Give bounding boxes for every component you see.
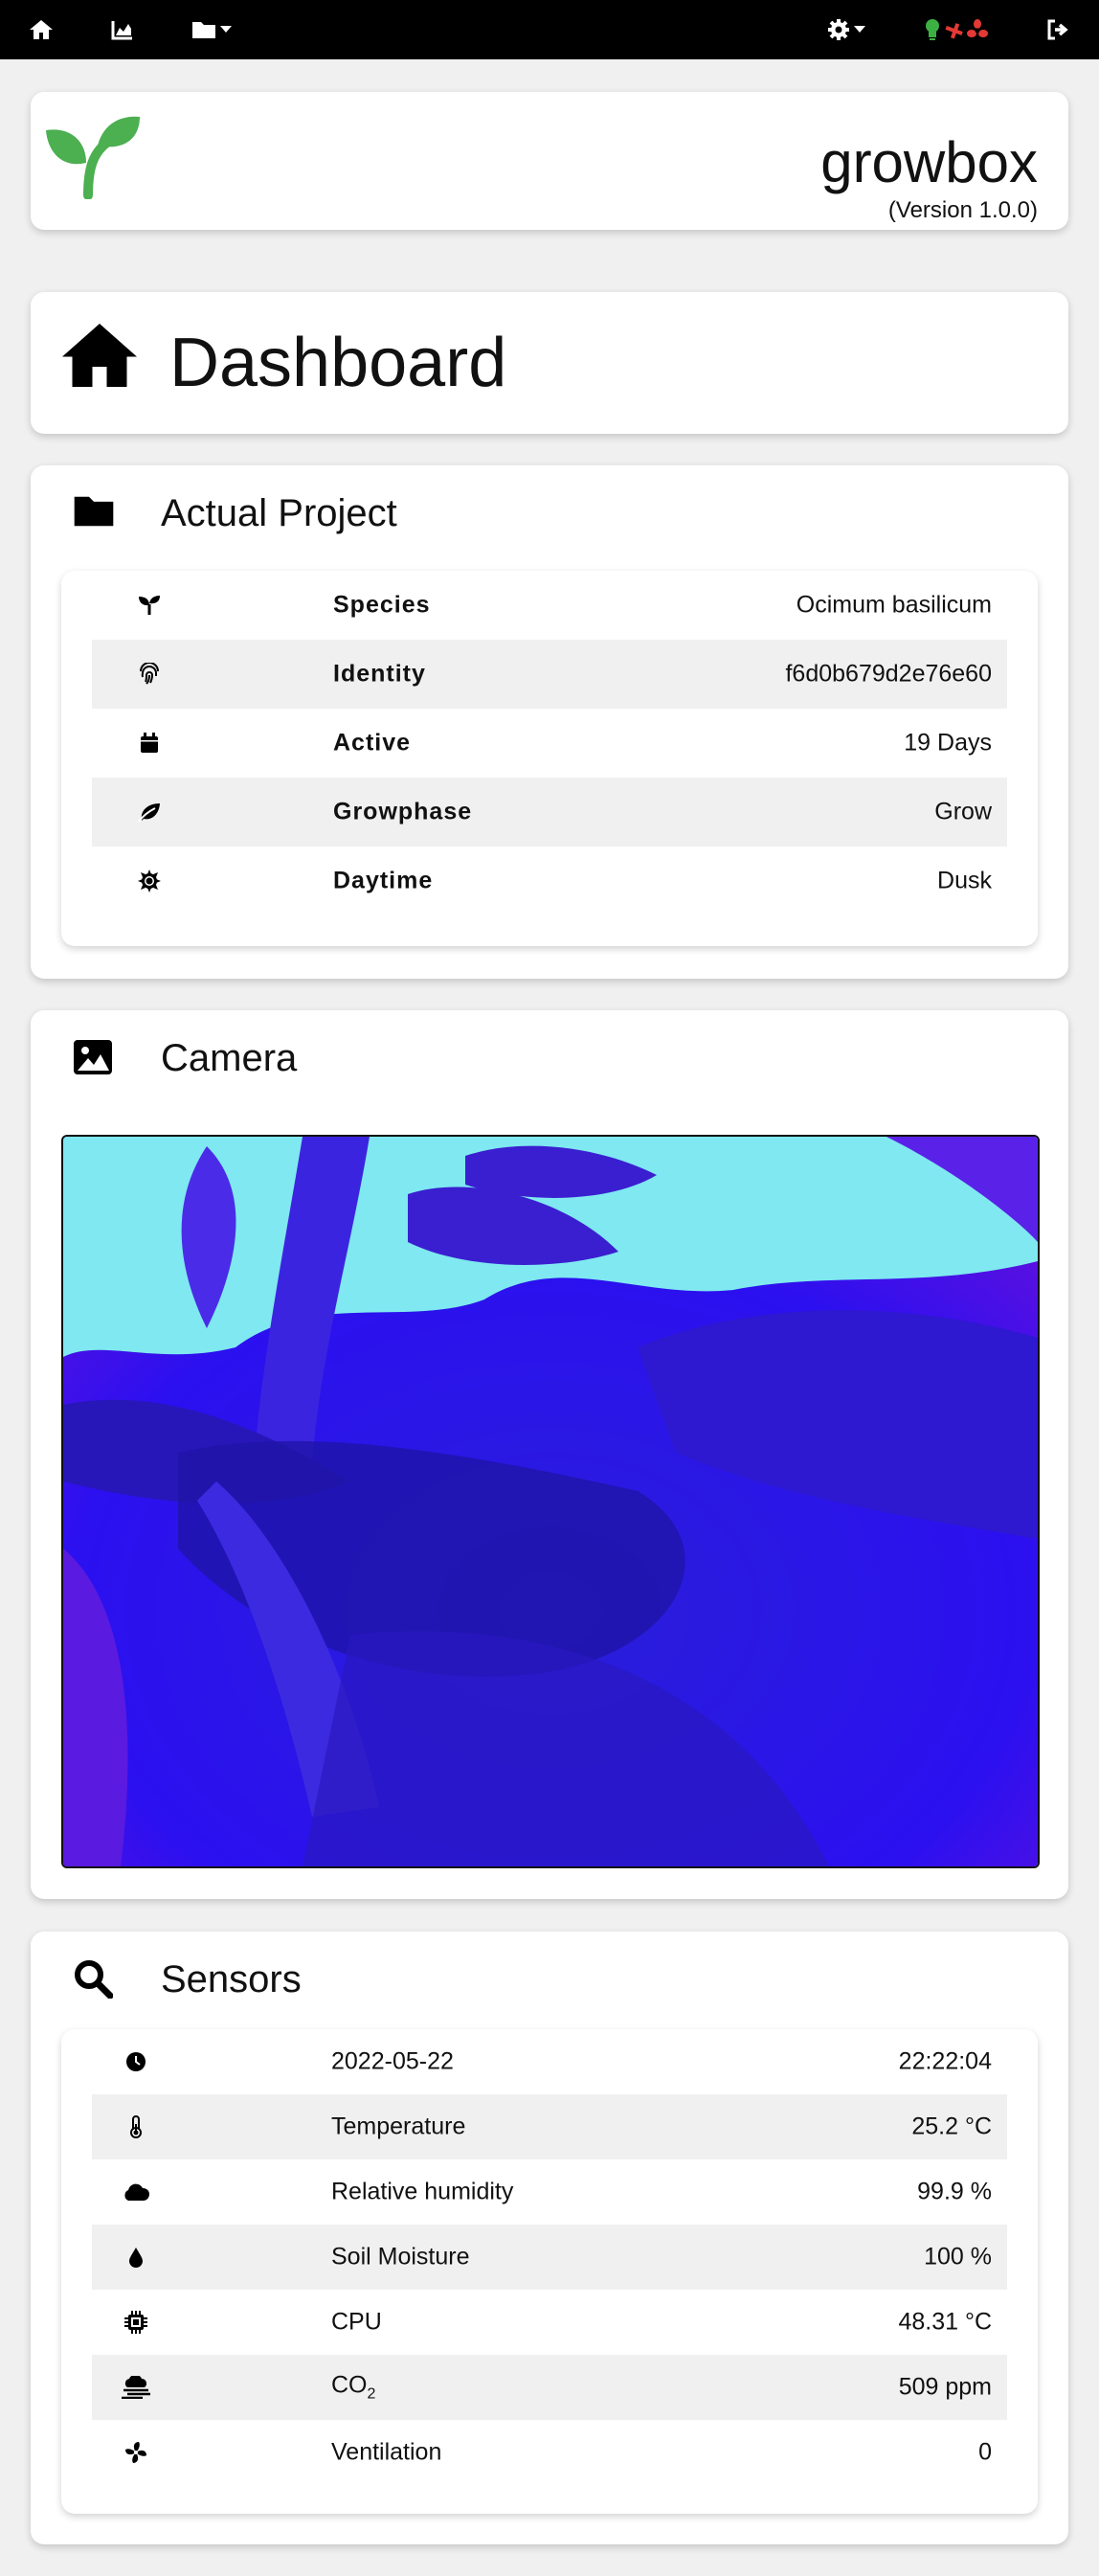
sensor-readings-table: 2022-05-22 22:22:04 Temperature 25.2 °C … [61,2029,1038,2514]
row-value: 0 [978,2438,992,2466]
row-label: 2022-05-22 [331,2047,454,2075]
folder-icon [192,22,215,38]
nav-folder-dropdown[interactable] [191,0,232,59]
top-navbar [0,0,1099,59]
row-label: CPU [331,2309,382,2337]
fan-icon [967,19,988,37]
caret-down-icon [854,26,865,33]
row-label-text: CO [331,2371,368,2399]
sensor-row-temperature: Temperature 25.2 °C [92,2094,1007,2159]
sun-icon [138,870,161,893]
nav-settings-dropdown[interactable] [827,0,865,59]
fan-icon [125,2442,146,2463]
sensor-row-datetime: 2022-05-22 22:22:04 [92,2029,1007,2094]
nav-status-indicators[interactable] [925,0,988,59]
gear-icon [828,19,849,40]
row-value: Ocimum basilicum [796,591,992,619]
row-label: Ventilation [331,2438,442,2466]
row-value: 19 Days [904,729,992,757]
clock-icon [126,2052,146,2071]
cloud-icon [124,2183,150,2201]
row-label: Growphase [333,798,473,825]
row-value: 48.31 °C [898,2308,992,2336]
row-value: 25.2 °C [911,2113,992,2140]
section-title: Actual Project [161,492,397,534]
sensor-row-soil-moisture: Soil Moisture 100 % [92,2225,1007,2290]
project-row-identity: Identity f6d0b679d2e76e60 [92,640,1007,709]
image-icon [74,1040,112,1074]
sensor-row-co2: CO2 509 ppm [92,2355,1007,2420]
project-row-daytime: Daytime Dusk [92,847,1007,915]
nav-charts-button[interactable] [111,0,134,59]
row-label: Identity [333,660,426,688]
sensor-row-humidity: Relative humidity 99.9 % [92,2159,1007,2225]
project-row-growphase: Growphase Grow [92,778,1007,847]
row-value: 22:22:04 [898,2047,992,2075]
app-name: growbox [820,130,1038,194]
page-title: Dashboard [169,325,507,401]
calendar-icon [141,733,158,753]
brand-header-card: growbox (Version 1.0.0) [31,92,1068,230]
app-version: (Version 1.0.0) [887,197,1038,223]
row-value: Grow [934,798,992,825]
section-title: Sensors [161,1958,302,2000]
section-title: Camera [161,1037,298,1079]
sensor-row-cpu: CPU 48.31 °C [92,2290,1007,2355]
sensors-card: Sensors 2022-05-22 22:22:04 Temperature … [31,1932,1068,2544]
seedling-icon [139,596,160,615]
camera-snapshot [63,1137,1038,1866]
camera-card: Camera [31,1010,1068,1899]
caret-down-icon [220,26,232,33]
row-value: 100 % [924,2243,992,2271]
row-label: Species [333,591,431,619]
dashboard-title-card: Dashboard [31,292,1068,434]
folder-icon [74,496,114,527]
droplet-icon [129,2248,143,2268]
fingerprint-icon [140,663,159,685]
home-icon [62,324,137,387]
row-label: CO2 [331,2372,375,2404]
row-value: 509 ppm [898,2373,992,2401]
nav-home-button[interactable] [29,0,54,59]
sensor-row-ventilation: Ventilation 0 [92,2420,1007,2485]
smog-icon [122,2376,150,2399]
home-icon [30,20,53,39]
row-value: f6d0b679d2e76e60 [785,660,992,688]
row-label: Daytime [333,867,434,894]
nav-logout-button[interactable] [1047,0,1068,59]
cpu-icon [124,2311,147,2334]
project-row-species: Species Ocimum basilicum [92,571,1007,640]
project-details-table: Species Ocimum basilicum Identity f6d0b6… [61,571,1038,946]
co2-subscript: 2 [367,2385,376,2403]
row-label-text: CPU [331,2308,382,2336]
search-icon [75,1960,113,1999]
thermometer-icon [130,2115,142,2138]
row-label: Soil Moisture [331,2243,470,2271]
sprout-logo-icon [46,116,140,199]
row-label: Relative humidity [331,2178,514,2205]
actual-project-card: Actual Project Species Ocimum basilicum … [31,465,1068,979]
row-label: Temperature [331,2113,466,2140]
camera-feed-image [61,1135,1040,1868]
project-row-active: Active 19 Days [92,709,1007,778]
row-label: Active [333,729,412,757]
lightbulb-icon [926,19,939,40]
row-value: Dusk [937,867,992,894]
pump-icon [945,23,963,39]
leaf-icon [138,803,160,823]
logout-icon [1047,19,1068,40]
chart-area-icon [111,21,132,40]
row-value: 99.9 % [917,2178,992,2205]
